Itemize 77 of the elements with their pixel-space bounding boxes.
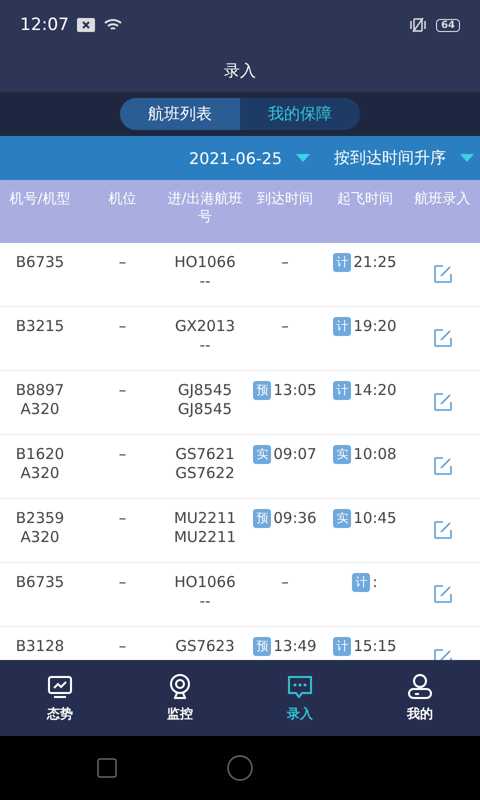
column-header: 机位	[108, 190, 138, 208]
time-type-badge: 实	[333, 445, 352, 464]
time-type-badge: 计	[333, 637, 352, 656]
time-type-badge: 计	[352, 573, 370, 592]
time-type-badge: 预	[253, 637, 272, 656]
page-title: 录入	[224, 60, 256, 82]
monitor-icon	[46, 673, 74, 701]
stand-cell-text: –	[118, 509, 128, 528]
flight-number-cell-text: GJ8545 GJ8545	[176, 381, 234, 419]
time-type-badge: 实	[253, 445, 272, 464]
aircraft-cell-text: B3215	[14, 317, 66, 336]
aircraft-cell-text: B8897 A320	[14, 381, 66, 419]
stand-cell-text: –	[118, 445, 128, 464]
flight-number-cell-text: GS7621 GS7622	[174, 445, 236, 483]
arrival-time: 09:36	[273, 509, 317, 528]
nav-tab[interactable]: 监控	[120, 660, 240, 736]
arrival-time: 13:05	[273, 381, 317, 400]
user-icon	[406, 673, 434, 701]
home-button[interactable]	[227, 755, 253, 781]
flight-number-cell-text: GX2013 --	[174, 317, 236, 355]
notification-icon	[77, 18, 95, 32]
aircraft-cell-text: B1620 A320	[14, 445, 66, 483]
column-header: 起飞时间	[336, 190, 394, 208]
edit-button[interactable]	[432, 583, 454, 605]
departure-time: 14:20	[353, 381, 397, 400]
caret-icon	[296, 154, 310, 162]
flight-number-cell-text: MU2211 MU2211	[172, 509, 238, 547]
segment-tab[interactable]: 航班列表	[120, 98, 240, 130]
aircraft-cell-text: B2359 A320	[14, 509, 66, 547]
arrival-time: –	[281, 253, 289, 272]
chat-icon	[285, 673, 315, 701]
column-header: 机号/机型	[8, 190, 72, 208]
time-type-badge: 计	[333, 317, 352, 336]
nav-tab[interactable]: 录入	[240, 660, 360, 736]
edit-button[interactable]	[432, 519, 454, 541]
stand-cell-text: –	[118, 573, 128, 592]
arrival-time: –	[281, 317, 289, 336]
edit-button[interactable]	[432, 391, 454, 413]
recents-button[interactable]	[97, 758, 117, 778]
nav-tab[interactable]: 态势	[0, 660, 120, 736]
flight-number-cell-text: HO1066 --	[173, 573, 237, 611]
arrival-time: 09:07	[273, 445, 317, 464]
stand-cell-text: –	[118, 381, 128, 400]
departure-time: 15:15	[353, 637, 397, 656]
edit-button[interactable]	[432, 263, 454, 285]
time-type-badge: 计	[333, 253, 352, 272]
filter-dropdown[interactable]: 按到达时间升序	[334, 148, 474, 168]
time-type-badge: 预	[253, 509, 272, 528]
clock: 12:07	[20, 15, 69, 35]
stand-cell-text: –	[118, 317, 128, 336]
edit-button[interactable]	[432, 455, 454, 477]
departure-time: 21:25	[353, 253, 397, 272]
caret-icon	[460, 154, 474, 162]
column-header: 航班录入	[414, 190, 472, 208]
aircraft-cell-text: B6735	[14, 253, 66, 272]
departure-time: 10:45	[353, 509, 397, 528]
departure-time: 10:08	[353, 445, 397, 464]
filter-dropdown[interactable]: 2021-06-25	[189, 148, 310, 168]
aircraft-cell-text: B3128	[14, 637, 66, 656]
departure-time: 19:20	[353, 317, 397, 336]
flight-number-cell-text: GS7623	[174, 637, 236, 656]
time-type-badge: 实	[333, 509, 352, 528]
flight-number-cell-text: HO1066 --	[173, 253, 237, 291]
departure-time: :	[372, 573, 378, 592]
aircraft-cell-text: B6735	[14, 573, 66, 592]
column-header: 到达时间	[256, 190, 314, 208]
stand-cell-text: –	[118, 253, 128, 272]
time-type-badge: 预	[253, 381, 272, 400]
battery-level: 64	[436, 18, 460, 32]
nav-tab[interactable]: 我的	[360, 660, 480, 736]
vibrate-icon	[408, 17, 428, 33]
stand-cell-text: –	[118, 637, 128, 656]
arrival-time: 13:49	[273, 637, 317, 656]
edit-button[interactable]	[432, 327, 454, 349]
time-type-badge: 计	[333, 381, 352, 400]
arrival-time: –	[281, 573, 289, 592]
column-header: 进/出港航班号	[166, 190, 244, 226]
